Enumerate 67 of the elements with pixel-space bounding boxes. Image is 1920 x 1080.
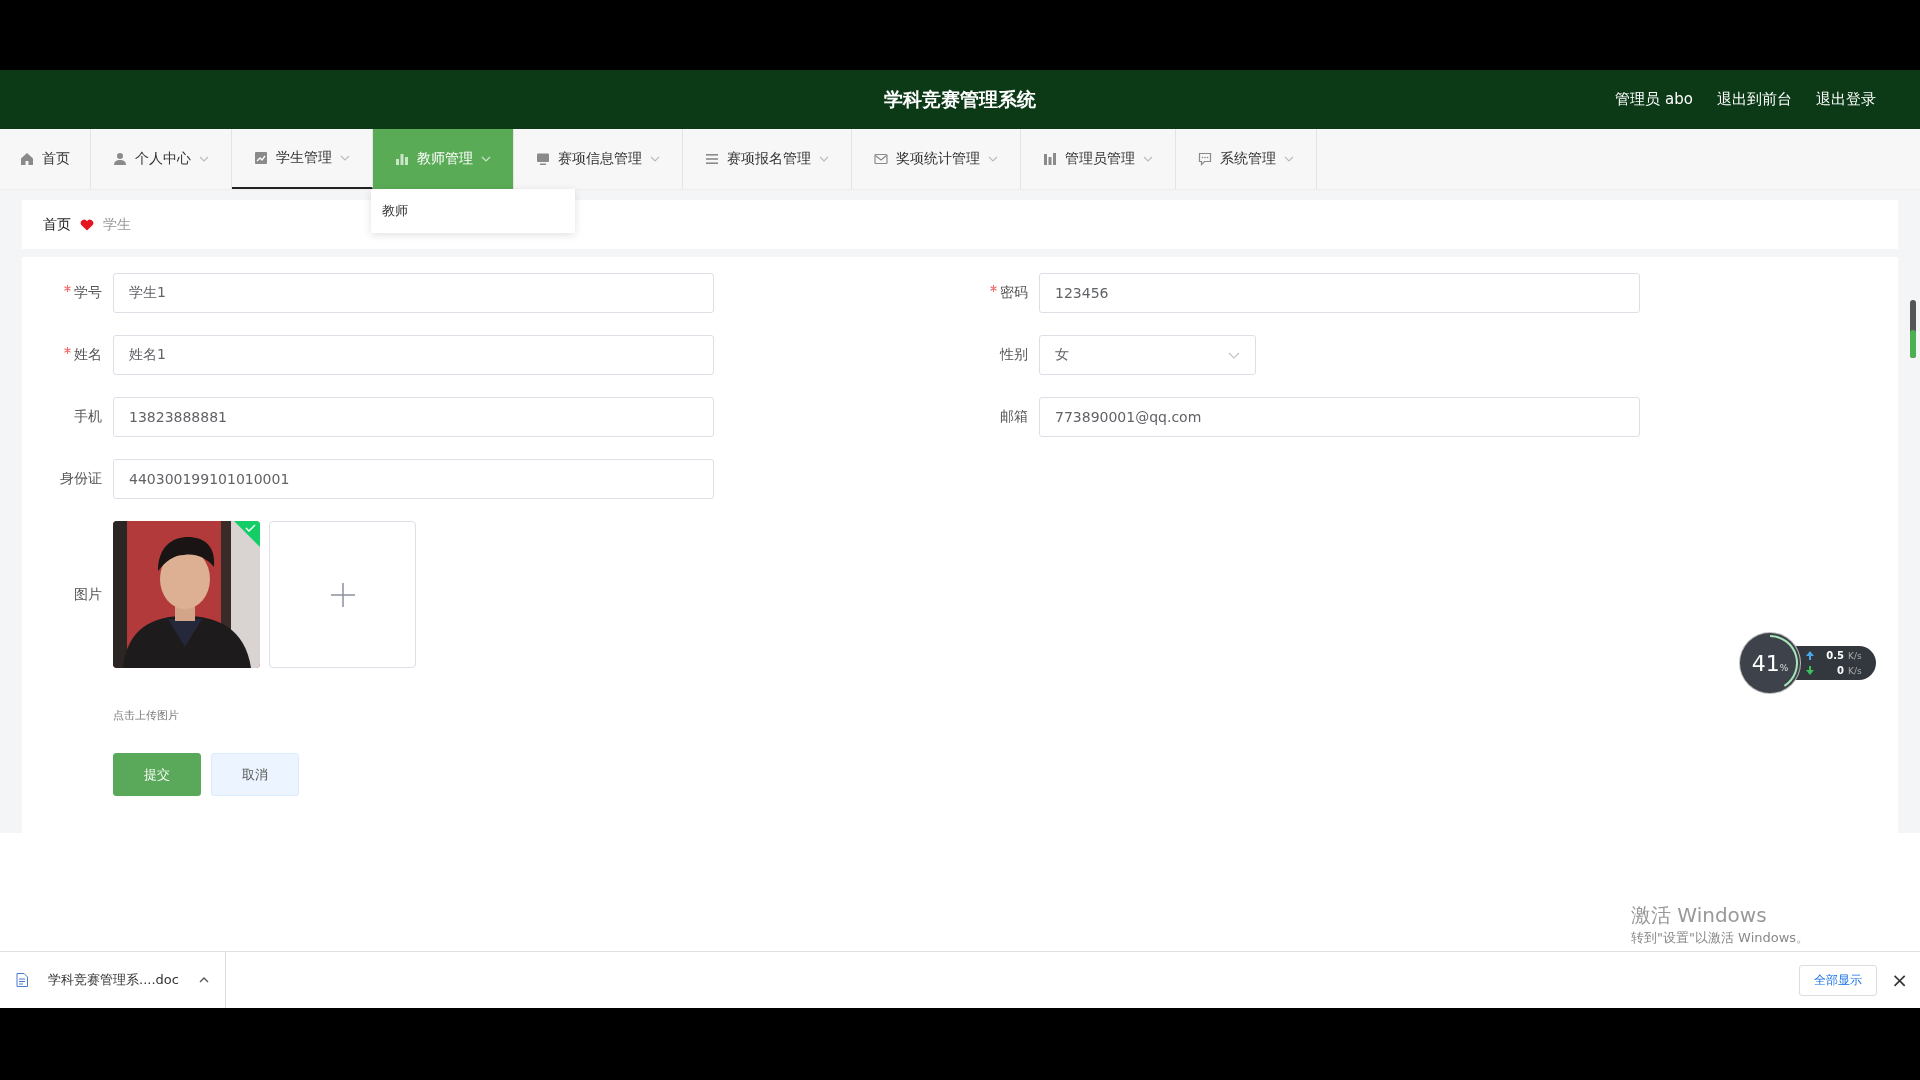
arrow-down-icon [1806,666,1814,675]
field-label: 图片 [74,585,102,604]
field-label: 密码 [1000,284,1028,302]
speed-unit: K/s [1848,665,1862,676]
nav-label: 赛项报名管理 [727,150,811,168]
nav-label: 教师管理 [417,150,473,168]
upload-hint: 点击上传图片 [113,708,180,723]
cpu-percent: 41 [1751,650,1780,676]
list-icon [705,152,719,166]
breadcrumb-item[interactable]: 首页 [43,215,71,234]
nav-label: 奖项统计管理 [896,150,980,168]
speed-value: 0.5 [1825,650,1844,661]
field-label: 性别 [1000,346,1028,364]
nav-tab[interactable]: 首页 [0,129,91,189]
nav-label: 个人中心 [135,150,191,168]
activation-title: 激活 Windows [1631,902,1768,929]
nav-tab[interactable]: 个人中心 [91,129,232,189]
nav-label: 赛项信息管理 [558,150,642,168]
cancel-button[interactable]: 取消 [211,753,299,796]
select-field[interactable]: 女 [1039,335,1256,375]
nav-label: 系统管理 [1220,150,1276,168]
nav-tab[interactable]: 奖项统计管理 [852,129,1021,189]
nav-tab[interactable]: 管理员管理 [1021,129,1176,189]
percent-unit: % [1779,662,1789,673]
input-field[interactable]: 姓名1 [113,335,714,375]
heart-icon [80,218,94,231]
speed-unit: K/s [1848,650,1862,661]
nav-label: 管理员管理 [1065,150,1135,168]
input-field[interactable]: 773890001@qq.com [1039,397,1640,437]
show-all-button[interactable]: 全部显示 [1799,964,1878,996]
header-link[interactable]: 管理员 abo [1615,90,1693,109]
user-icon [113,152,127,166]
chevron-up-icon[interactable] [198,977,209,983]
field-label: 身份证 [60,470,102,488]
input-field[interactable]: 440300199101010001 [113,459,714,499]
app-title: 学科竞赛管理系统 [884,86,1036,112]
arrow-up-icon [1806,651,1814,660]
bar-chart-icon [1043,152,1057,166]
download-file[interactable]: 学科竞赛管理系....doc [48,971,179,989]
document-icon [16,973,28,987]
home-icon [20,152,34,166]
chat-icon [1198,152,1212,166]
breadcrumb-item: 学生 [103,215,131,234]
field-label: 姓名 [74,346,102,364]
plus-icon [330,582,355,607]
speed-value: 0 [1836,665,1844,676]
input-field[interactable]: 123456 [1039,273,1640,313]
bar-chart-icon [395,152,409,166]
input-field[interactable]: 学生1 [113,273,714,313]
chevron-down-icon [1228,351,1240,359]
input-field[interactable]: 13823888881 [113,397,714,437]
monitor-icon [536,152,550,166]
field-label: 学号 [74,284,102,302]
header-link[interactable]: 退出登录 [1816,90,1876,109]
header-link[interactable]: 退出到前台 [1717,90,1792,109]
activation-text: 转到"设置"以激活 Windows。 [1631,929,1810,947]
menu-item[interactable]: 教师 [371,197,575,225]
field-label: 邮箱 [1000,408,1028,426]
nav-tab[interactable]: 赛项报名管理 [683,129,852,189]
mail-icon [874,152,888,166]
scrollbar-thumb [1910,300,1916,358]
close-button[interactable]: × [1891,968,1908,992]
chart-icon [254,151,268,165]
nav-label: 学生管理 [276,149,332,167]
field-label: 手机 [74,408,102,426]
nav-label: 首页 [42,150,70,168]
nav-tab[interactable]: 系统管理 [1176,129,1317,189]
